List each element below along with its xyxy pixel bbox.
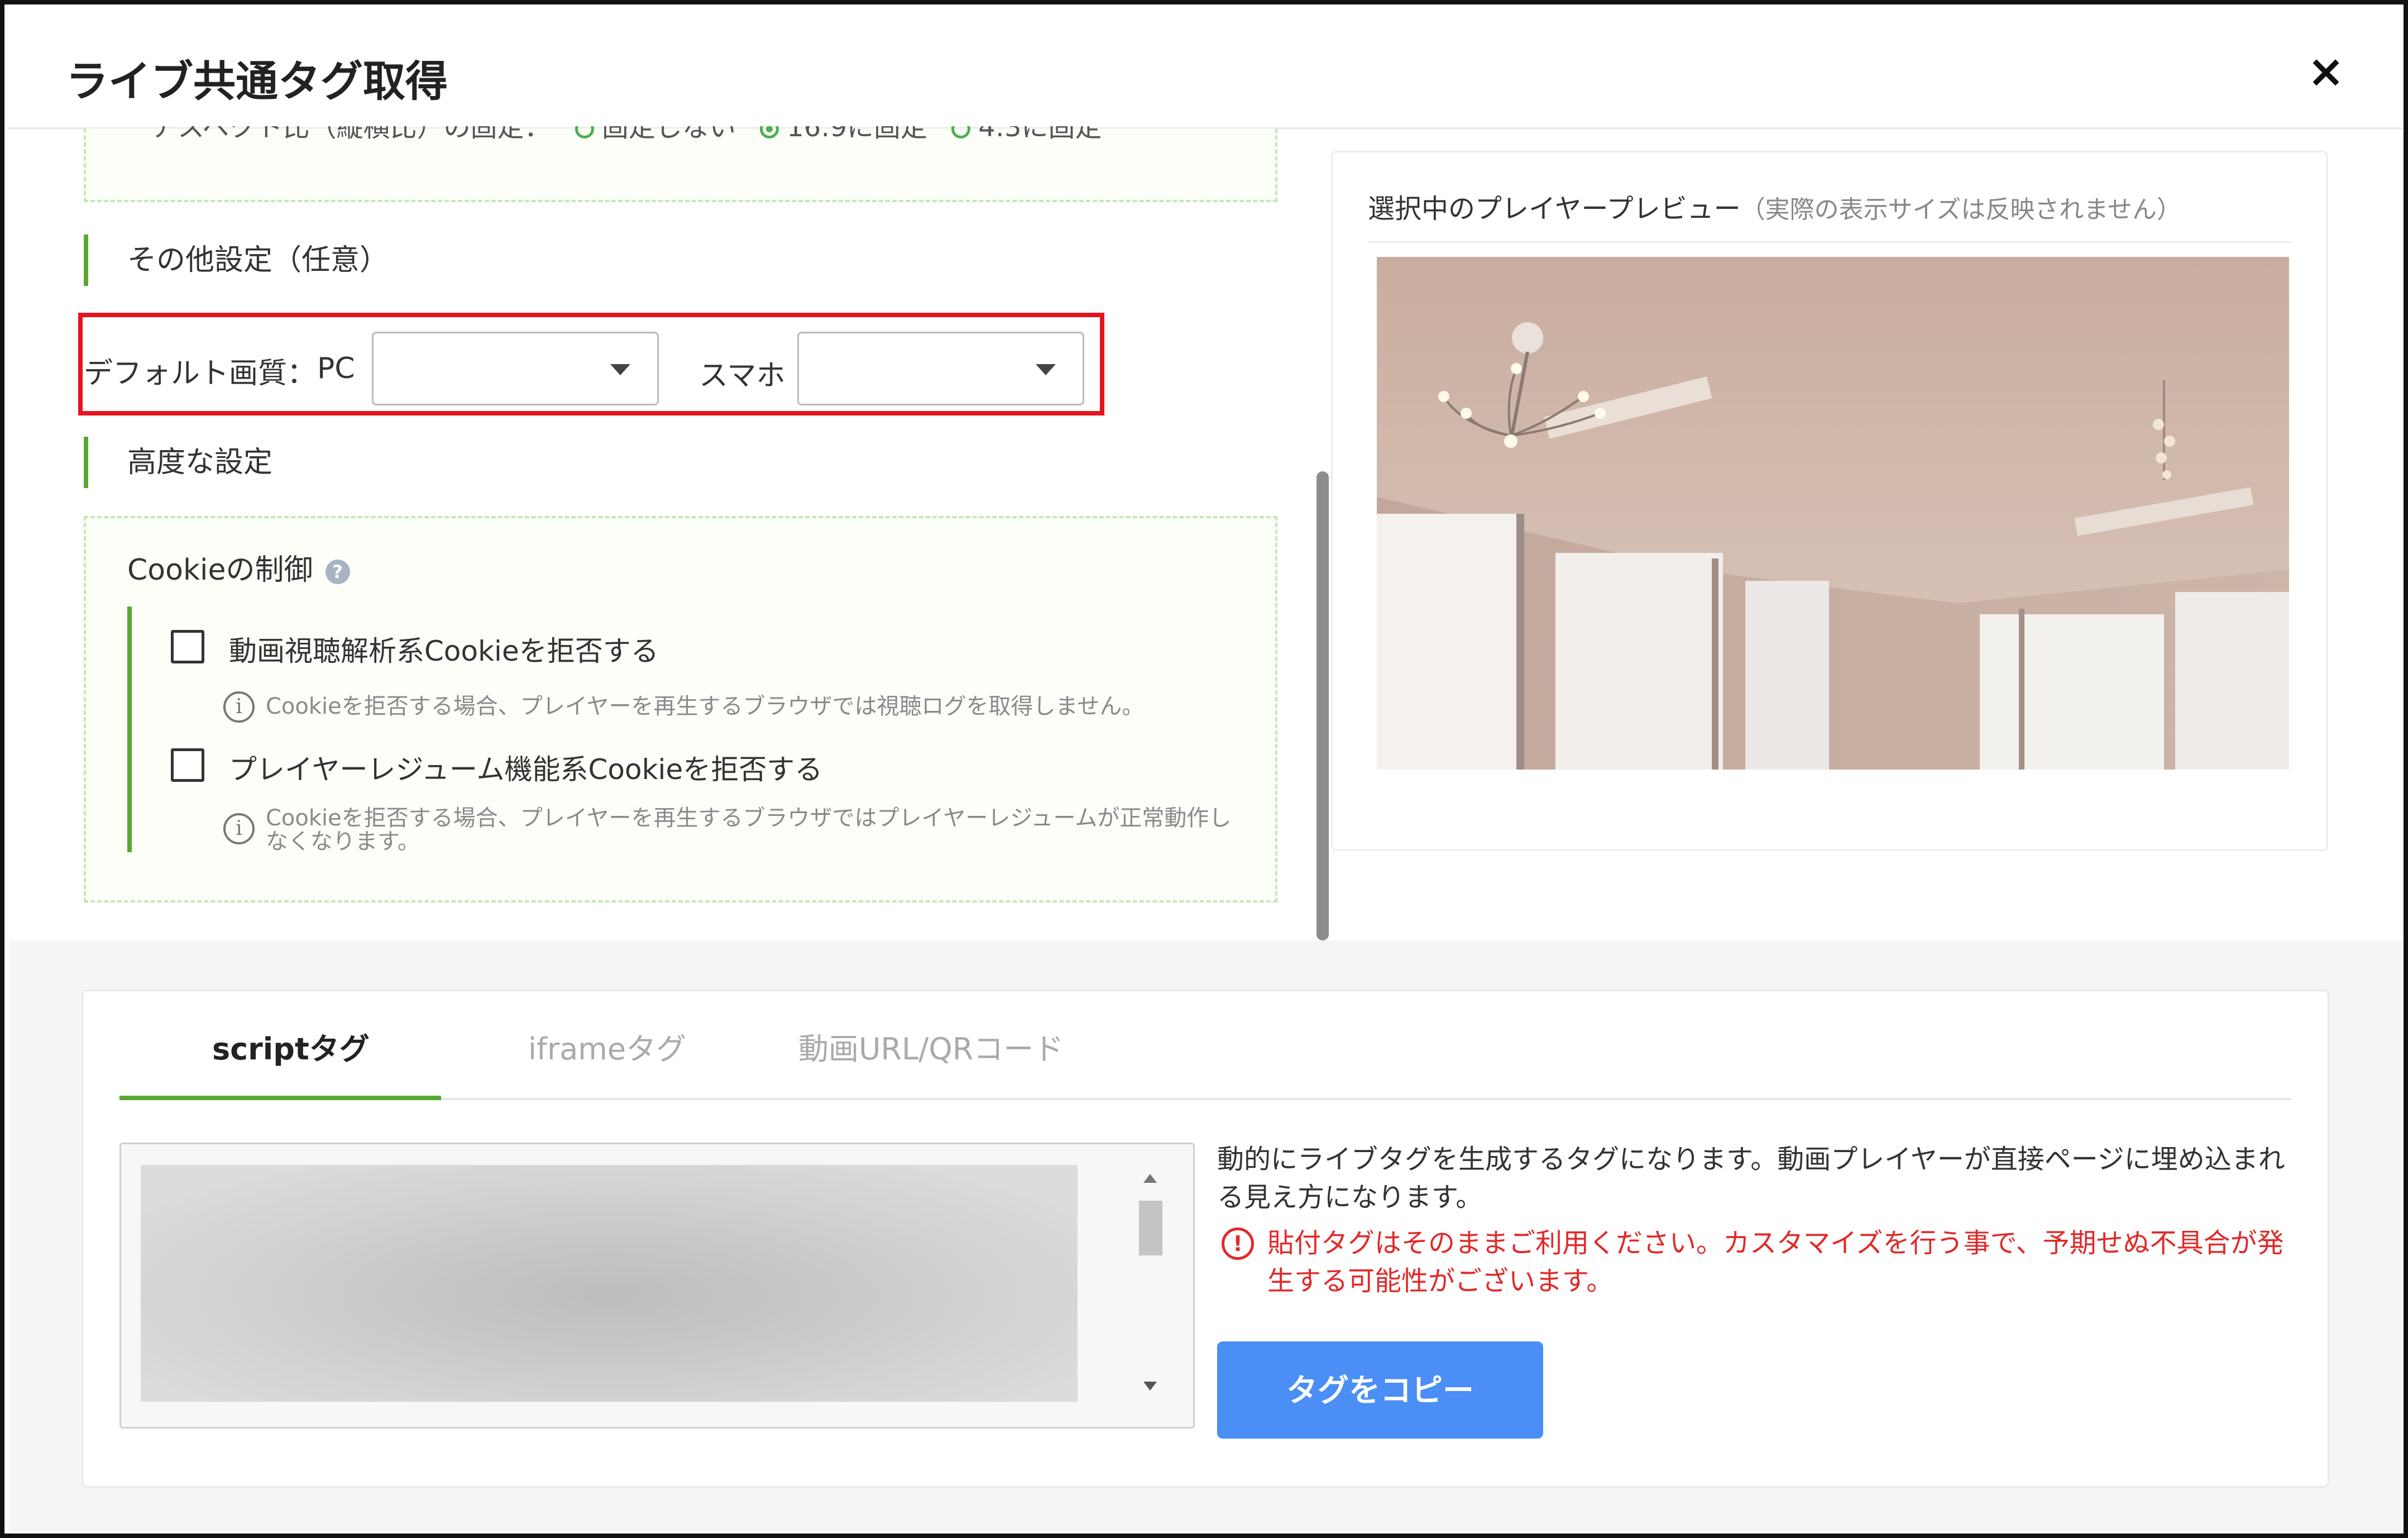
tag-description: 動的にライブタグを生成するタグになります。動画プレイヤーが直接ページに埋め込まれ… xyxy=(1217,1144,2285,1213)
radio-aspect-4-3[interactable] xyxy=(951,126,971,138)
settings-scrollbar[interactable] xyxy=(1316,471,1329,940)
aspect-option-16-9: 16:9に固定 xyxy=(787,126,927,143)
aspect-option-free: 固定しない xyxy=(601,126,736,143)
preview-title: 選択中のプレイヤープレビュー xyxy=(1368,193,1741,225)
pc-quality-select[interactable] xyxy=(372,332,659,405)
smartphone-quality-select[interactable] xyxy=(797,332,1084,405)
analytics-cookie-checkbox[interactable] xyxy=(171,630,204,663)
room-photo xyxy=(1377,257,2289,770)
radio-aspect-free[interactable] xyxy=(575,126,594,138)
dialog-header: ライブ共通タグ取得 × xyxy=(9,9,2404,129)
help-icon[interactable]: ? xyxy=(325,560,350,584)
scroll-down-icon[interactable] xyxy=(1143,1382,1157,1391)
preview-divider xyxy=(1368,241,2292,243)
analytics-cookie-label[interactable]: 動画視聴解析系Cookieを拒否する xyxy=(229,629,659,669)
scroll-up-icon[interactable] xyxy=(1143,1174,1157,1183)
copy-tag-button[interactable]: タグをコピー xyxy=(1217,1341,1543,1439)
aspect-label: アスペクト比（縦横比）の固定： xyxy=(151,126,551,143)
cookie-options-bar xyxy=(127,606,132,852)
chevron-down-icon xyxy=(1036,364,1056,375)
aspect-option-4-3: 4:3に固定 xyxy=(978,126,1102,143)
resume-cookie-checkbox[interactable] xyxy=(171,748,204,782)
info-icon: i xyxy=(223,813,255,844)
blurred-code xyxy=(141,1165,1078,1402)
default-quality-label: デフォルト画質： xyxy=(84,357,317,390)
tab-divider xyxy=(119,1098,2291,1100)
other-settings-heading: その他設定（任意） xyxy=(84,235,389,286)
info-icon: i xyxy=(223,691,255,723)
dialog-title: ライブ共通タグ取得 xyxy=(66,56,448,106)
advanced-settings-heading: 高度な設定 xyxy=(84,437,272,488)
player-preview-image xyxy=(1377,257,2289,770)
radio-aspect-16-9[interactable] xyxy=(760,126,779,138)
cookie-control-title: Cookieの制御? xyxy=(127,546,350,588)
tag-warning: 貼付タグはそのままご利用ください。カスタマイズを行う事で、予期せぬ不具合が発生す… xyxy=(1267,1227,2284,1297)
aspect-row: アスペクト比（縦横比）の固定： 固定しない 16:9に固定 4:3に固定 xyxy=(151,126,1102,149)
cookie-control-label: Cookieの制御 xyxy=(127,553,313,587)
tab-iframe-tag[interactable]: iframeタグ xyxy=(528,1024,686,1068)
analytics-cookie-note: Cookieを拒否する場合、プレイヤーを再生するブラウザでは視聴ログを取得しませ… xyxy=(266,694,1145,719)
code-scrollbar[interactable] xyxy=(1134,1166,1166,1403)
preview-heading: 選択中のプレイヤープレビュー（実際の表示サイズは反映されません） xyxy=(1368,187,2181,226)
resume-cookie-note: Cookieを拒否する場合、プレイヤーを再生するブラウザではプレイヤーレジューム… xyxy=(266,805,1232,854)
active-tab-indicator xyxy=(119,1096,441,1100)
tab-video-url-qr[interactable]: 動画URL/QRコード xyxy=(798,1024,1064,1068)
chevron-down-icon xyxy=(610,364,630,375)
tab-script-tag[interactable]: scriptタグ xyxy=(212,1024,370,1068)
close-icon[interactable]: × xyxy=(2304,49,2348,94)
resume-cookie-label[interactable]: プレイヤーレジューム機能系Cookieを拒否する xyxy=(229,747,822,787)
tag-dialog: ライブ共通タグ取得 × アスペクト比（縦横比）の固定： 固定しない 16:9に固… xyxy=(0,0,2408,1538)
smartphone-label: スマホ xyxy=(699,359,786,393)
warning-icon: ! xyxy=(1222,1227,1254,1260)
pc-label: PC xyxy=(317,352,355,385)
preview-subtitle: （実際の表示サイズは反映されません） xyxy=(1740,195,2182,224)
scroll-thumb[interactable] xyxy=(1139,1201,1162,1255)
